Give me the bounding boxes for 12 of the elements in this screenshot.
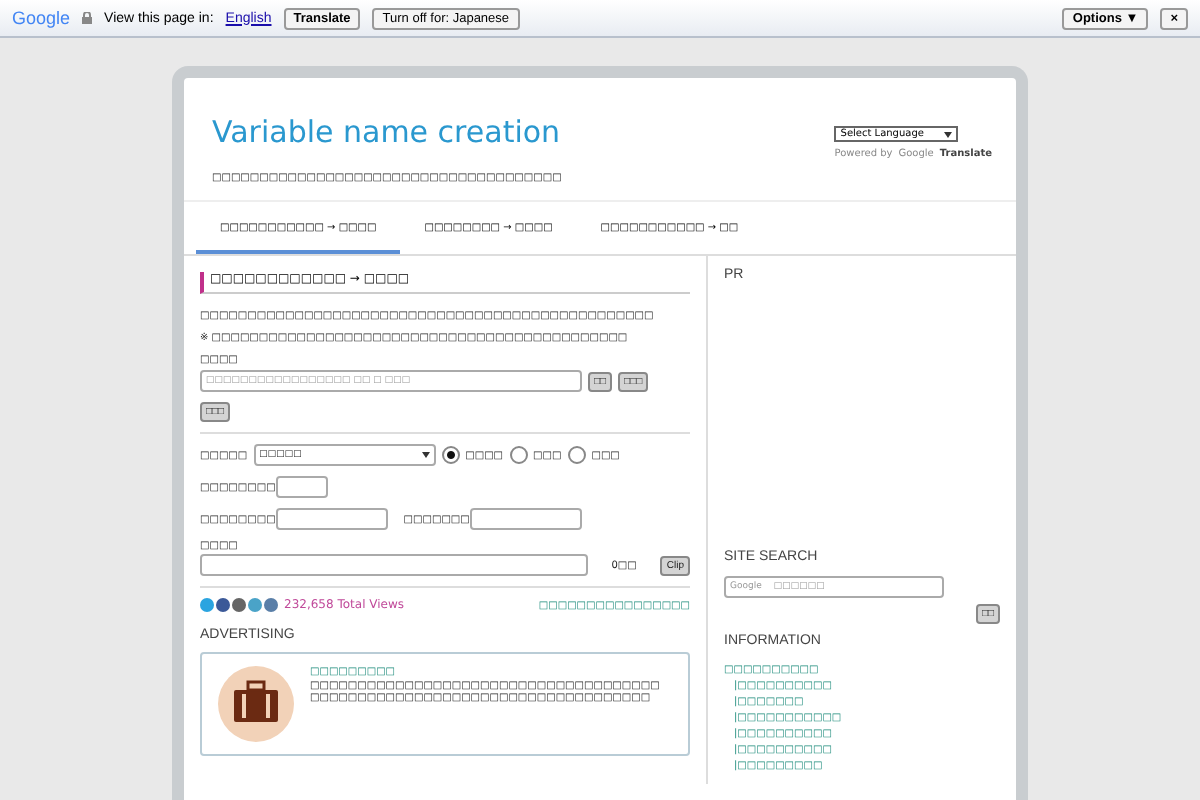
radio-button[interactable] — [509, 446, 528, 464]
radio-button[interactable] — [567, 446, 586, 464]
lock-icon — [82, 12, 93, 24]
input-field[interactable] — [275, 476, 328, 498]
radio-button[interactable] — [441, 446, 460, 464]
input-field[interactable] — [275, 508, 388, 530]
caret-icon — [421, 452, 430, 458]
caret-icon — [944, 131, 953, 137]
input-field[interactable] — [469, 508, 582, 530]
output-field[interactable] — [200, 554, 588, 576]
google-logo: Google — [12, 8, 71, 28]
briefcase-icon — [218, 666, 294, 742]
